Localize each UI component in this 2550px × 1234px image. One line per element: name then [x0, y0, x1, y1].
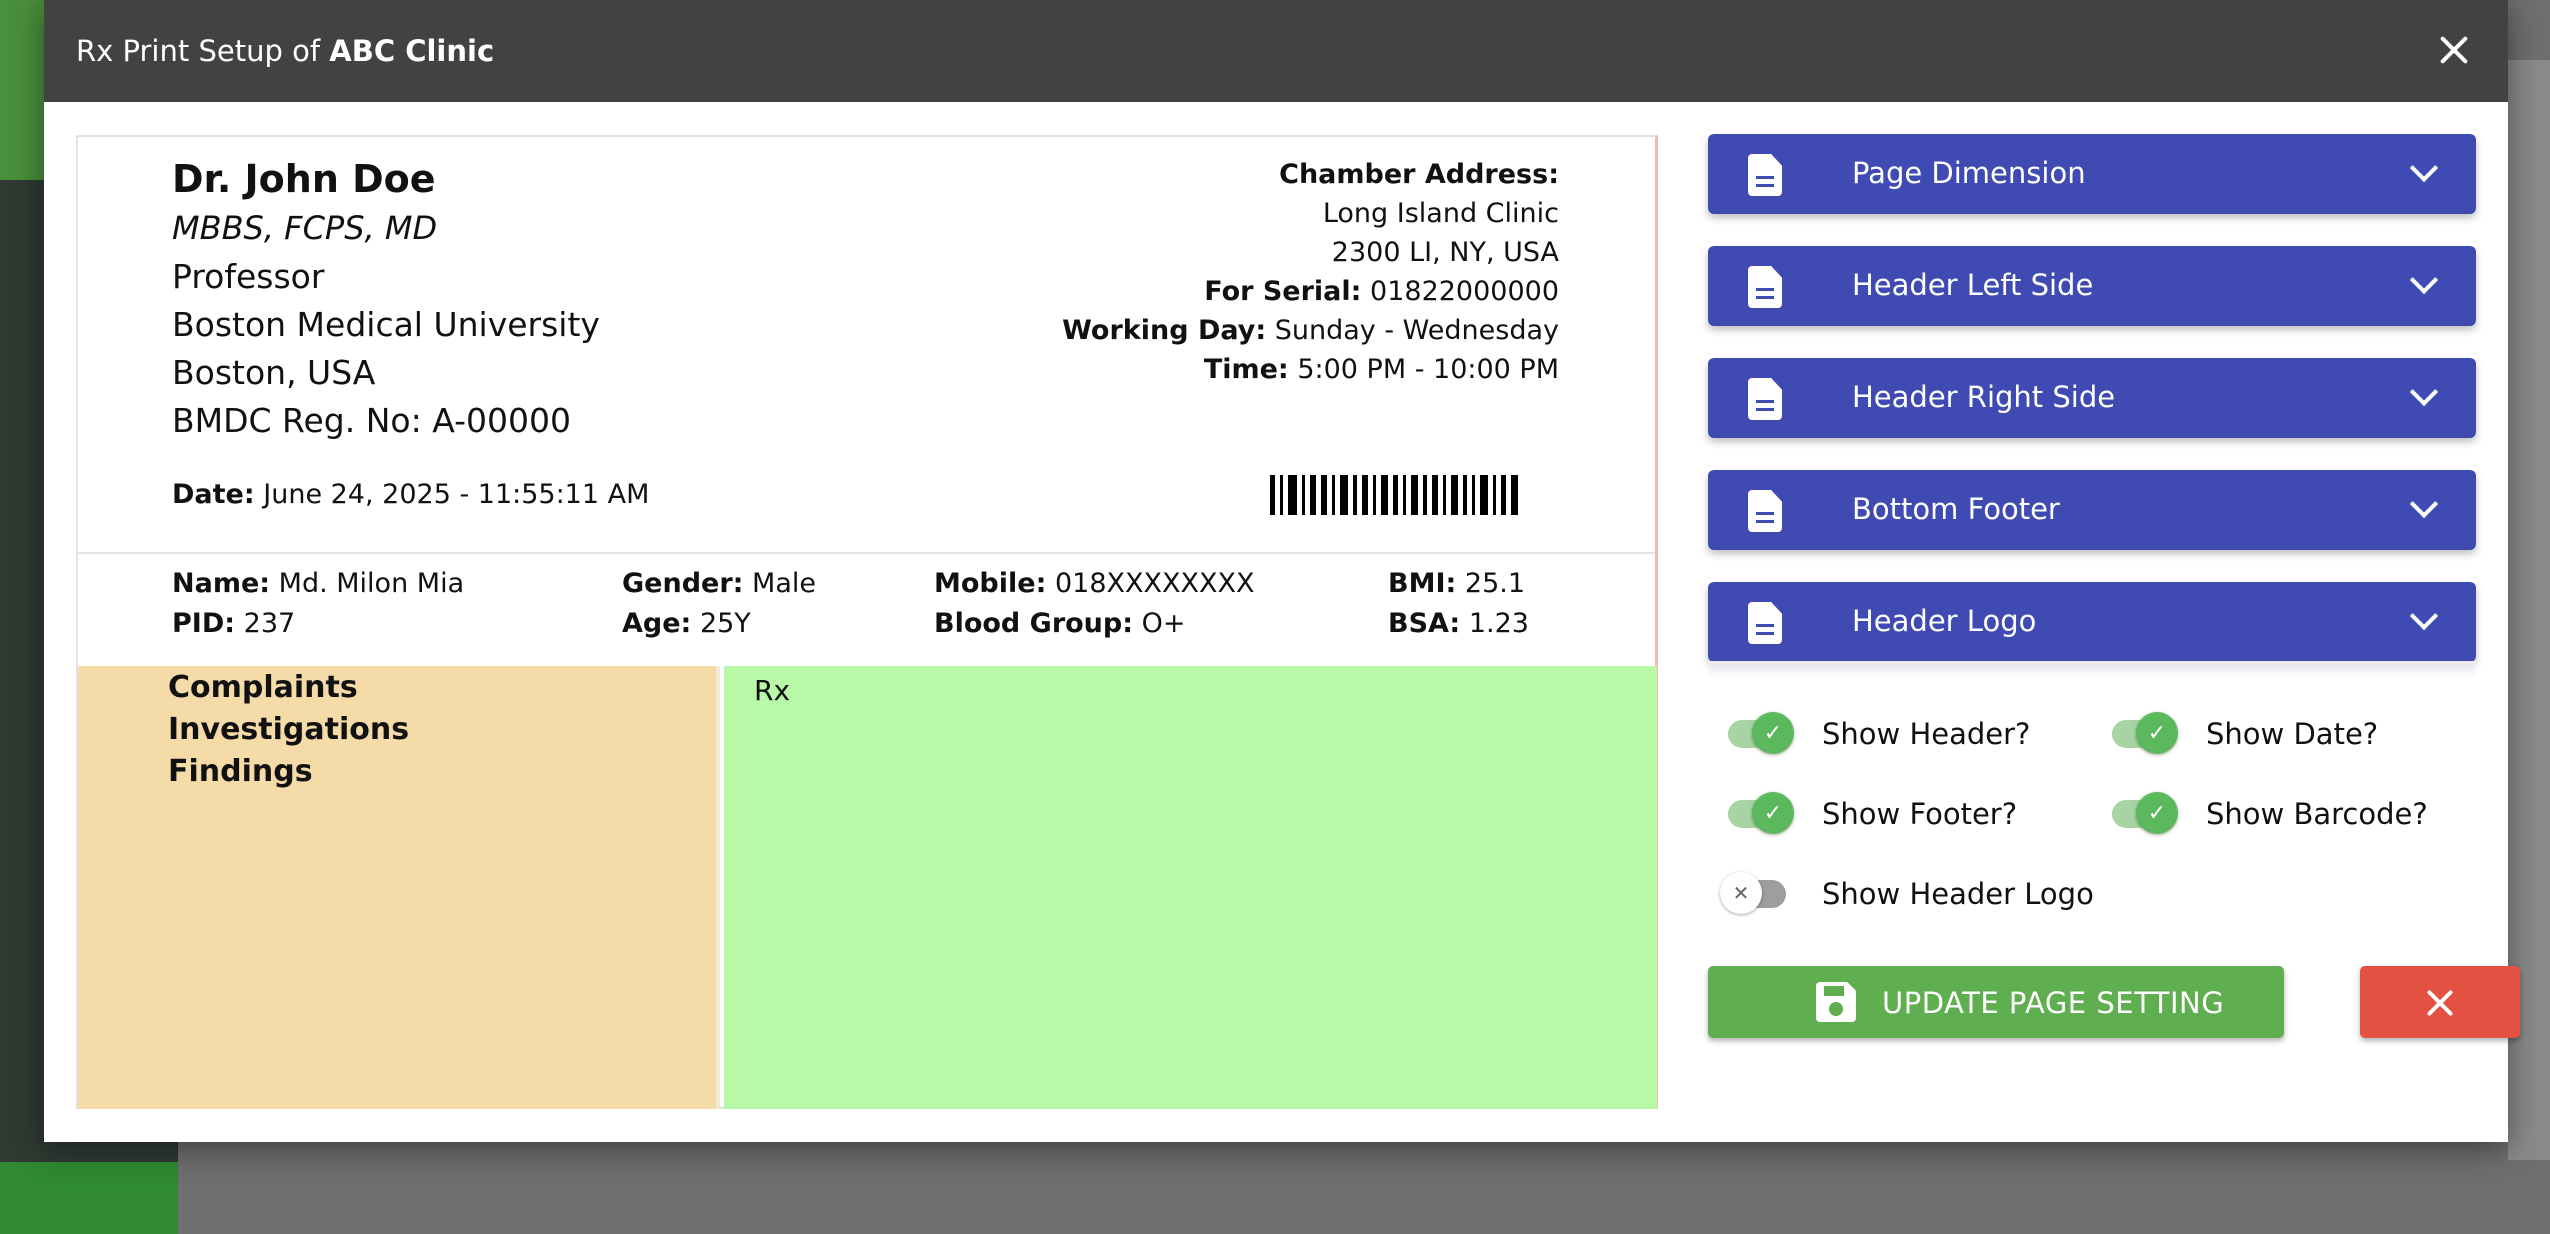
- patient-gender-label: Gender:: [622, 568, 744, 599]
- date-label: Date:: [172, 479, 255, 510]
- close-icon[interactable]: [2432, 28, 2476, 72]
- section-findings: Findings: [168, 754, 313, 789]
- rx-header: Dr. John Doe MBBS, FCPS, MD Professor Bo…: [78, 137, 1655, 553]
- patient-age: 25Y: [699, 608, 751, 639]
- patient-blood-group: O+: [1141, 608, 1186, 639]
- document-icon: [1748, 154, 1782, 196]
- background-footer-button: [0, 1162, 178, 1234]
- chevron-down-icon: [2409, 377, 2439, 407]
- update-button-label: UPDATE PAGE SETTING: [1882, 986, 2225, 1020]
- patient-bmi-label: BMI:: [1388, 568, 1457, 599]
- chamber-time: 5:00 PM - 10:00 PM: [1297, 354, 1559, 385]
- working-day: Sunday - Wednesday: [1274, 315, 1559, 346]
- modal-header: Rx Print Setup of ABC Clinic: [44, 0, 2508, 102]
- check-icon: ✓: [1752, 712, 1794, 754]
- patient-age-label: Age:: [622, 608, 692, 639]
- check-icon: ✓: [2136, 712, 2178, 754]
- chevron-down-icon: [2409, 153, 2439, 183]
- toggle-label: Show Header?: [1822, 717, 2031, 751]
- rx-print-setup-modal: Rx Print Setup of ABC Clinic Dr. John Do…: [44, 0, 2520, 1142]
- toggle-show-barcode[interactable]: ✓ Show Barcode?: [2092, 792, 2428, 836]
- barcode: [1270, 475, 1542, 515]
- document-icon: [1748, 490, 1782, 532]
- toggle-label: Show Footer?: [1822, 797, 2018, 831]
- clinical-notes-pane: Complaints Investigations Findings: [78, 666, 720, 1109]
- doctor-title: Professor: [172, 257, 325, 296]
- document-icon: [1748, 602, 1782, 644]
- accordion-header-right-side[interactable]: Header Right Side: [1708, 358, 2476, 438]
- doctor-location: Boston, USA: [172, 353, 376, 392]
- patient-bsa: 1.23: [1468, 608, 1529, 639]
- doctor-registration: BMDC Reg. No: A-00000: [172, 401, 571, 440]
- modal-title-prefix: Rx Print Setup of: [76, 34, 330, 68]
- rx-pane: Rx: [724, 666, 1657, 1109]
- chevron-down-icon: [2409, 265, 2439, 295]
- accordion-label: Bottom Footer: [1852, 492, 2060, 526]
- toggle-track: ✓: [2112, 792, 2178, 834]
- chamber-address-label: Chamber Address:: [1279, 159, 1559, 190]
- section-investigations: Investigations: [168, 712, 410, 747]
- toggle-show-header-logo[interactable]: ✕ Show Header Logo: [1708, 872, 2094, 916]
- check-icon: ✓: [2136, 792, 2178, 834]
- serial-number: 01822000000: [1370, 276, 1559, 307]
- chevron-down-icon: [2409, 489, 2439, 519]
- toggle-track: ✓: [2112, 712, 2178, 754]
- chevron-down-icon: [2409, 601, 2439, 631]
- toggle-label: Show Header Logo: [1822, 877, 2094, 911]
- patient-pid-label: PID:: [172, 608, 236, 639]
- toggle-label: Show Barcode?: [2206, 797, 2428, 831]
- patient-name-label: Name:: [172, 568, 271, 599]
- save-icon: [1816, 982, 1856, 1022]
- accordion-label: Page Dimension: [1852, 156, 2086, 190]
- document-icon: [1748, 378, 1782, 420]
- background-app-bar: [0, 0, 44, 180]
- patient-bmi: 25.1: [1464, 568, 1526, 599]
- doctor-name: Dr. John Doe: [172, 157, 436, 201]
- serial-label: For Serial:: [1204, 276, 1362, 307]
- time-label: Time:: [1203, 354, 1289, 385]
- rx-label: Rx: [754, 674, 791, 707]
- chamber-info: Chamber Address: Long Island Clinic 2300…: [1062, 155, 1559, 389]
- section-complaints: Complaints: [168, 670, 358, 705]
- working-day-label: Working Day:: [1062, 315, 1267, 346]
- patient-gender: Male: [752, 568, 817, 599]
- accordion-bottom-footer[interactable]: Bottom Footer: [1708, 470, 2476, 550]
- doctor-degrees: MBBS, FCPS, MD: [172, 209, 438, 247]
- cancel-button[interactable]: [2360, 966, 2520, 1038]
- accordion-header-logo[interactable]: Header Logo: [1708, 582, 2476, 662]
- toggle-track: ✓: [1728, 712, 1794, 754]
- accordion-page-dimension[interactable]: Page Dimension: [1708, 134, 2476, 214]
- doctor-institution: Boston Medical University: [172, 305, 600, 344]
- modal-title: Rx Print Setup of ABC Clinic: [76, 34, 494, 68]
- accordion-header-left-side[interactable]: Header Left Side: [1708, 246, 2476, 326]
- accordion-label: Header Right Side: [1852, 380, 2116, 414]
- toggle-label: Show Date?: [2206, 717, 2379, 751]
- rx-date: Date: June 24, 2025 - 11:55:11 AM: [172, 479, 649, 510]
- toggle-show-footer[interactable]: ✓ Show Footer?: [1708, 792, 2017, 836]
- patient-info: Name: Md. Milon Mia PID: 237 Gender: Mal…: [78, 554, 1655, 666]
- toggle-show-header[interactable]: ✓ Show Header?: [1708, 712, 2030, 756]
- accordion-label: Header Left Side: [1852, 268, 2094, 302]
- patient-mobile-label: Mobile:: [934, 568, 1047, 599]
- toggle-track: ✓: [1728, 792, 1794, 834]
- chamber-clinic: Long Island Clinic: [1322, 198, 1559, 229]
- toggle-show-date[interactable]: ✓ Show Date?: [2092, 712, 2378, 756]
- patient-name: Md. Milon Mia: [278, 568, 465, 599]
- close-icon: ✕: [1720, 872, 1762, 914]
- chamber-address: 2300 LI, NY, USA: [1331, 237, 1559, 268]
- accordion-shadow: [1708, 661, 2476, 681]
- document-icon: [1748, 266, 1782, 308]
- date-value: June 24, 2025 - 11:55:11 AM: [263, 479, 650, 510]
- patient-blood-label: Blood Group:: [934, 608, 1134, 639]
- update-page-setting-button[interactable]: UPDATE PAGE SETTING: [1708, 966, 2284, 1038]
- check-icon: ✓: [1752, 792, 1794, 834]
- patient-bsa-label: BSA:: [1388, 608, 1461, 639]
- patient-mobile: 018XXXXXXXX: [1054, 568, 1255, 599]
- clinic-name: ABC Clinic: [329, 34, 495, 68]
- rx-preview: Dr. John Doe MBBS, FCPS, MD Professor Bo…: [76, 135, 1658, 1109]
- accordion-label: Header Logo: [1852, 604, 2037, 638]
- patient-pid: 237: [243, 608, 296, 639]
- toggle-track: ✕: [1720, 872, 1786, 914]
